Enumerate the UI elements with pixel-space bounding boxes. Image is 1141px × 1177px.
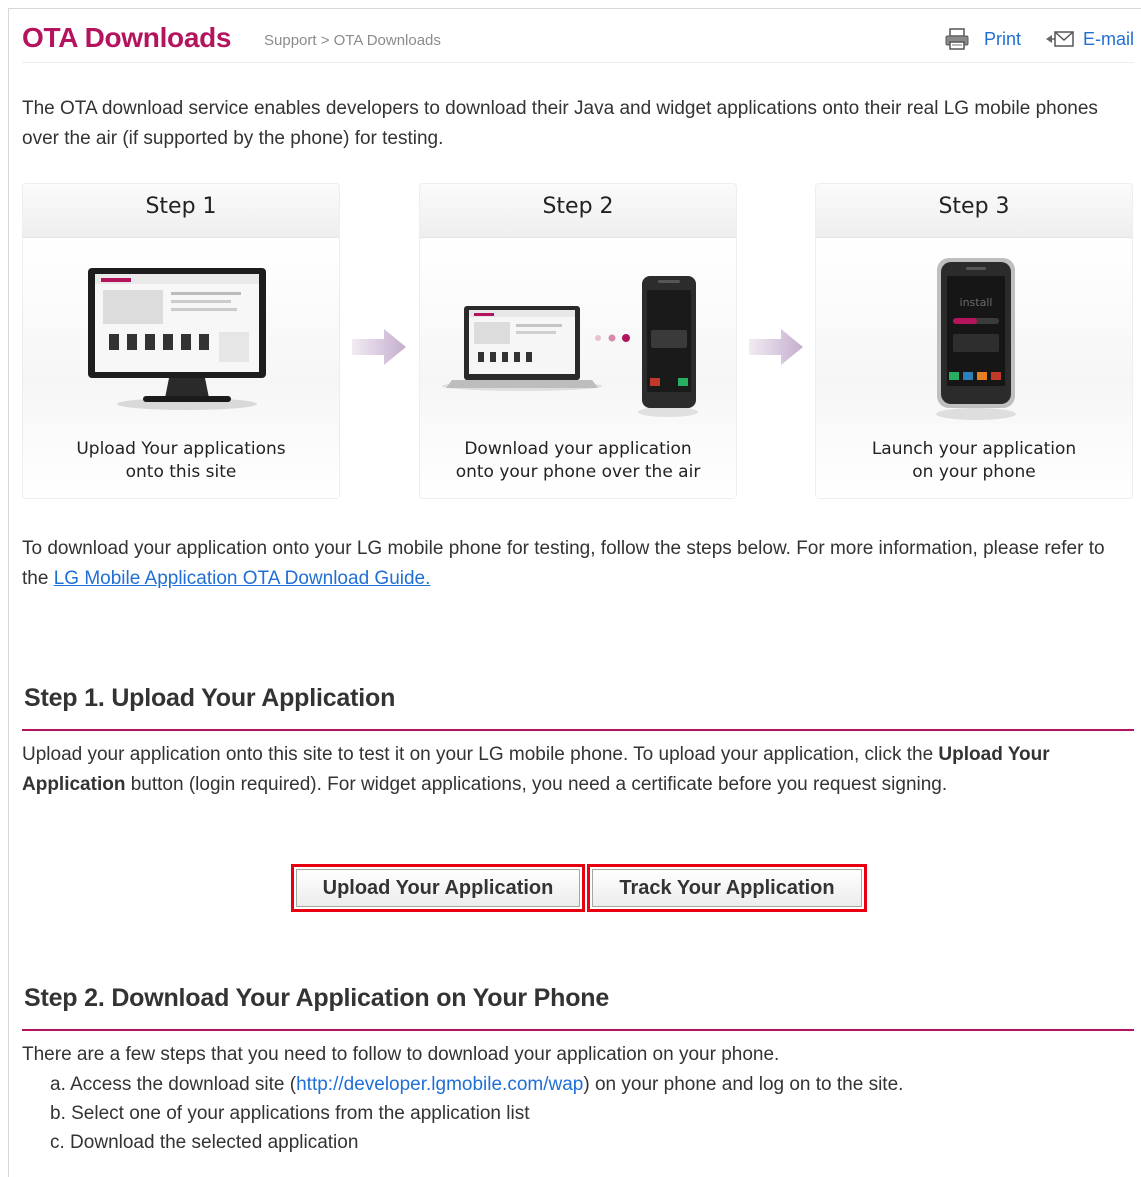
- list-item: c. Download the selected application: [50, 1132, 359, 1153]
- section-divider: [22, 729, 1134, 731]
- step-card-2: Step 2 Download your application onto yo…: [419, 183, 737, 499]
- caption-line: on your phone: [912, 462, 1036, 482]
- phone-screen-label: install: [960, 296, 993, 309]
- caption-line: onto this site: [125, 462, 237, 482]
- email-icon: [1045, 28, 1075, 50]
- list-item: b. Select one of your applications from …: [50, 1103, 530, 1124]
- section-text-part: Upload your application onto this site t…: [22, 744, 939, 765]
- print-link[interactable]: Print: [944, 28, 1021, 50]
- laptop-phone-illustration: [442, 276, 698, 417]
- step-card-1: Step 1 Upload Your applications onto thi…: [22, 183, 340, 499]
- intro-text: The OTA download service enables develop…: [22, 98, 1098, 149]
- caption-line: Launch your application: [871, 439, 1077, 459]
- step-card-caption: Upload Your applications onto this site: [23, 438, 339, 484]
- page-title: OTA Downloads: [22, 22, 232, 53]
- list-item-text: a. Access the download site (: [50, 1074, 297, 1095]
- monitor-illustration: [88, 268, 266, 410]
- upload-application-button[interactable]: Upload Your Application: [296, 869, 580, 907]
- download-steps-list: a. Access the download site (http://deve…: [50, 1070, 903, 1157]
- phone-illustration: install: [936, 258, 1016, 420]
- page-tools: Print E-mail: [944, 28, 1134, 50]
- email-label: E-mail: [1082, 28, 1134, 49]
- printer-icon: [944, 28, 970, 50]
- section-title-download: Step 2. Download Your Application on You…: [24, 984, 610, 1012]
- email-link[interactable]: E-mail: [1021, 28, 1134, 50]
- caption-line: Upload Your applications: [76, 439, 286, 459]
- list-item: a. Access the download site (http://deve…: [50, 1070, 903, 1099]
- track-button-highlight: Track Your Application: [587, 864, 867, 912]
- wap-link[interactable]: http://developer.lgmobile.com/wap: [296, 1074, 583, 1095]
- section-download-text: There are a few steps that you need to f…: [22, 1044, 780, 1065]
- print-label: Print: [983, 28, 1021, 49]
- guide-link[interactable]: LG Mobile Application OTA Download Guide…: [54, 568, 431, 589]
- section-upload-text: Upload your application onto this site t…: [22, 740, 1134, 800]
- step-card-3: Step 3 install Launch your application o…: [815, 183, 1133, 499]
- step-card-caption: Download your application onto your phon…: [420, 438, 736, 484]
- step-card-caption: Launch your application on your phone: [816, 438, 1132, 484]
- page-header: OTA Downloads Support > OTA Downloads Pr…: [22, 20, 1134, 63]
- caption-line: Download your application: [464, 439, 692, 459]
- step-card-title: Step 2: [420, 184, 736, 238]
- track-application-button[interactable]: Track Your Application: [592, 869, 862, 907]
- section-divider: [22, 1029, 1134, 1031]
- step-card-title: Step 1: [23, 184, 339, 238]
- step-card-title: Step 3: [816, 184, 1132, 238]
- guide-paragraph: To download your application onto your L…: [22, 534, 1134, 594]
- section-text-part: button (login required). For widget appl…: [125, 774, 948, 795]
- upload-button-highlight: Upload Your Application: [291, 864, 585, 912]
- breadcrumb[interactable]: Support > OTA Downloads: [264, 32, 441, 49]
- arrow-right-icon: [352, 329, 406, 365]
- section-title-upload: Step 1. Upload Your Application: [24, 684, 396, 712]
- list-item-text: ) on your phone and log on to the site.: [583, 1074, 904, 1095]
- caption-line: onto your phone over the air: [455, 462, 701, 482]
- arrow-right-icon: [749, 329, 803, 365]
